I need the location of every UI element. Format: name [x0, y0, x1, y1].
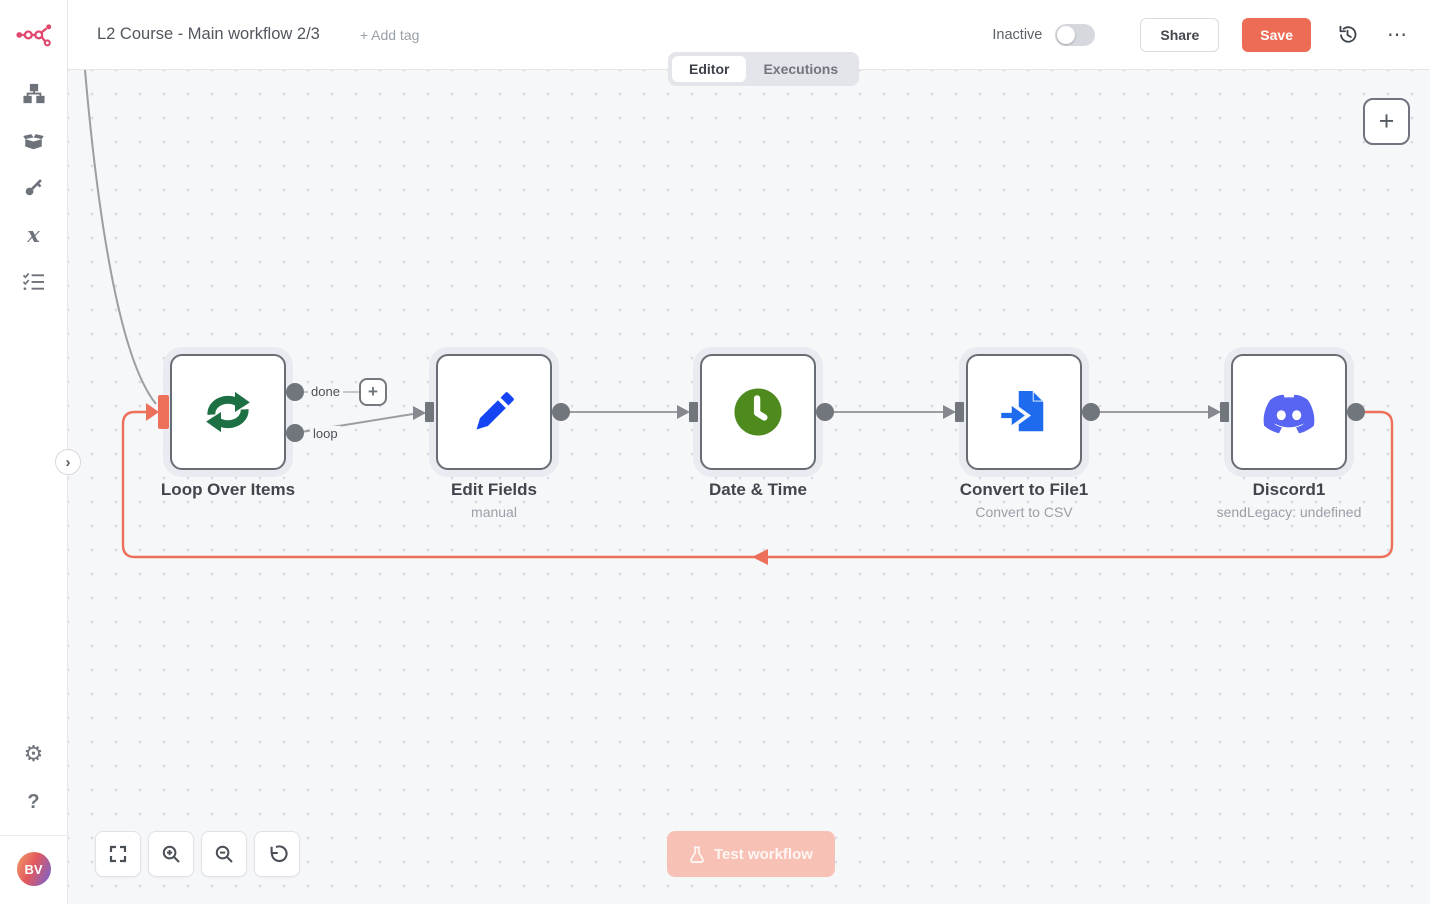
output-port[interactable]: [816, 403, 834, 421]
user-avatar[interactable]: BV: [17, 852, 51, 886]
output-label-done: done: [308, 384, 343, 399]
variables-icon[interactable]: x: [16, 217, 52, 252]
tab-executions[interactable]: Executions: [746, 56, 855, 82]
node-discord[interactable]: Discord1 sendLegacy: undefined: [1231, 354, 1347, 470]
workflows-icon[interactable]: [16, 76, 52, 111]
workflow-canvas[interactable]: done loop + + Loop Over Items: [68, 70, 1430, 904]
n8n-logo-icon[interactable]: [0, 0, 68, 68]
add-node-button[interactable]: +: [1363, 98, 1410, 145]
tab-editor[interactable]: Editor: [672, 56, 746, 82]
node-box[interactable]: [1231, 354, 1347, 470]
view-tabs: Editor Executions: [668, 52, 859, 86]
add-node-from-done-button[interactable]: +: [359, 378, 387, 406]
reset-zoom-button[interactable]: [254, 831, 300, 877]
active-toggle[interactable]: [1055, 24, 1095, 46]
toggle-knob: [1057, 26, 1075, 44]
share-button[interactable]: Share: [1140, 18, 1219, 52]
save-button[interactable]: Save: [1242, 18, 1311, 52]
workflow-title[interactable]: L2 Course - Main workflow 2/3: [97, 25, 320, 44]
output-port[interactable]: [552, 403, 570, 421]
loop-icon: [200, 384, 256, 440]
node-date-time[interactable]: Date & Time: [700, 354, 816, 470]
credentials-icon[interactable]: [16, 170, 52, 205]
file-import-icon: [996, 384, 1052, 440]
node-subtitle: sendLegacy: undefined: [1139, 504, 1430, 520]
clock-icon: [729, 383, 787, 441]
settings-gear-icon[interactable]: ⚙: [16, 736, 52, 771]
node-subtitle: Convert to CSV: [874, 504, 1174, 520]
flask-icon: [689, 846, 705, 863]
templates-icon[interactable]: [16, 123, 52, 158]
history-icon[interactable]: [1333, 21, 1361, 49]
help-icon[interactable]: ?: [16, 784, 52, 819]
input-port[interactable]: [1220, 402, 1229, 422]
node-loop-over-items[interactable]: Loop Over Items: [170, 354, 286, 470]
node-subtitle: manual: [344, 504, 644, 520]
output-label-loop: loop: [310, 426, 341, 441]
node-convert-to-file[interactable]: Convert to File1 Convert to CSV: [966, 354, 1082, 470]
canvas-zoom-controls: [95, 831, 300, 877]
pencil-icon: [466, 384, 522, 440]
output-port[interactable]: [1082, 403, 1100, 421]
input-port[interactable]: [425, 402, 434, 422]
sidebar-divider: [0, 835, 68, 836]
add-tag-button[interactable]: + Add tag: [360, 27, 420, 43]
test-workflow-button[interactable]: Test workflow: [667, 831, 835, 877]
node-title: Discord1: [1139, 480, 1430, 500]
sidebar-nav: x: [16, 76, 52, 299]
input-port[interactable]: [158, 395, 169, 429]
output-port-loop[interactable]: [286, 424, 304, 442]
sidebar-footer: ⚙ ?: [16, 736, 52, 819]
executions-icon[interactable]: [16, 264, 52, 299]
node-box[interactable]: [966, 354, 1082, 470]
input-port[interactable]: [955, 402, 964, 422]
input-port[interactable]: [689, 402, 698, 422]
discord-icon: [1260, 389, 1318, 435]
output-port-done[interactable]: [286, 383, 304, 401]
node-box[interactable]: [170, 354, 286, 470]
test-workflow-label: Test workflow: [714, 846, 813, 863]
node-title: Loop Over Items: [78, 480, 378, 500]
more-options-icon[interactable]: ⋯: [1387, 22, 1408, 47]
node-title: Convert to File1: [874, 480, 1174, 500]
sidebar-expand-chevron-icon[interactable]: ›: [55, 449, 81, 475]
output-port[interactable]: [1347, 403, 1365, 421]
node-title: Edit Fields: [344, 480, 644, 500]
n8n-app: x ⚙ ? BV L2 C: [0, 0, 1430, 904]
header-actions: Inactive Share Save ⋯: [992, 18, 1430, 52]
zoom-out-button[interactable]: [201, 831, 247, 877]
node-edit-fields[interactable]: Edit Fields manual: [436, 354, 552, 470]
node-box[interactable]: [700, 354, 816, 470]
zoom-to-fit-button[interactable]: [95, 831, 141, 877]
node-title: Date & Time: [608, 480, 908, 500]
status-label: Inactive: [992, 27, 1042, 43]
zoom-in-button[interactable]: [148, 831, 194, 877]
node-box[interactable]: [436, 354, 552, 470]
